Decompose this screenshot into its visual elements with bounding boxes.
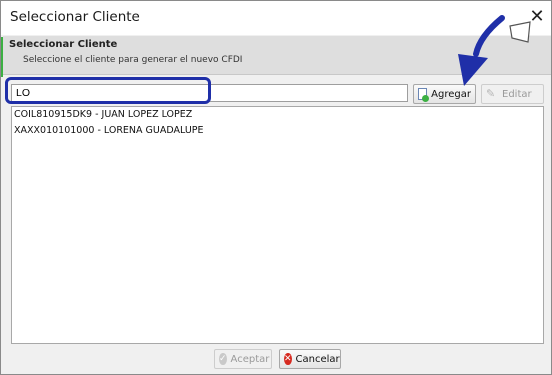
add-client-icon [418, 88, 430, 102]
list-item[interactable]: COIL810915DK9 - JUAN LOPEZ LOPEZ [12, 107, 543, 123]
add-button[interactable]: Agregar [413, 84, 476, 104]
header-band: Seleccionar Cliente Seleccione el client… [3, 36, 551, 75]
accept-button[interactable]: ✓ Aceptar [214, 349, 272, 369]
edit-button[interactable]: ✎ Editar [481, 84, 544, 104]
list-item[interactable]: XAXX010101000 - LORENA GUADALUPE [12, 123, 543, 139]
title-bar: Seleccionar Cliente ✕ [1, 1, 551, 35]
client-list[interactable]: COIL810915DK9 - JUAN LOPEZ LOPEZ XAXX010… [11, 106, 544, 344]
header-title: Seleccionar Cliente [9, 39, 118, 50]
accept-button-label: Aceptar [230, 353, 270, 365]
search-input[interactable] [11, 84, 408, 102]
select-client-dialog: Seleccionar Cliente ✕ Seleccionar Client… [0, 0, 552, 375]
cancel-icon: ✕ [284, 353, 292, 365]
header-subtitle: Seleccione el cliente para generar el nu… [23, 55, 243, 65]
close-icon[interactable]: ✕ [527, 7, 547, 27]
window-title: Seleccionar Cliente [10, 9, 140, 25]
edit-button-label: Editar [502, 88, 532, 100]
edit-icon: ✎ [486, 87, 496, 100]
cancel-button[interactable]: ✕ Cancelar [279, 349, 341, 369]
check-icon: ✓ [219, 353, 227, 365]
cancel-button-label: Cancelar [295, 353, 340, 365]
add-button-label: Agregar [431, 88, 471, 100]
